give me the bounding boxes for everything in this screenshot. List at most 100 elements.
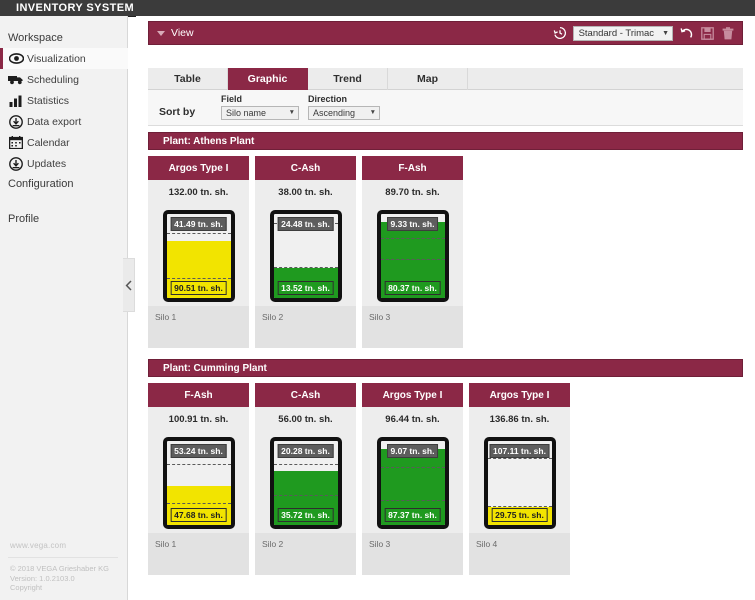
silo-threshold-line bbox=[380, 259, 445, 261]
silo-product-label: Argos Type I bbox=[168, 162, 229, 174]
silo-card[interactable]: Argos Type I 96.44 tn. sh. 9.07 tn. sh. 87.… bbox=[362, 383, 463, 575]
silo-graphic-area: 9.33 tn. sh. 80.37 tn. sh. bbox=[362, 204, 463, 306]
truck-icon bbox=[5, 72, 27, 88]
silo-threshold-line bbox=[166, 503, 231, 504]
sidebar-item-label: Updates bbox=[27, 157, 67, 170]
silo-vessel[interactable]: 107.11 tn. sh. 29.75 tn. sh. bbox=[483, 437, 556, 529]
sidebar-item-visualization[interactable]: Visualization bbox=[0, 48, 128, 69]
caret-down-icon[interactable] bbox=[157, 30, 165, 36]
silo-threshold-line bbox=[380, 238, 445, 240]
silo-threshold-line bbox=[380, 466, 445, 468]
sidebar-item-updates[interactable]: Updates bbox=[0, 153, 128, 174]
silo-filled-badge: 35.72 tn. sh. bbox=[277, 508, 334, 522]
silo-vessel[interactable]: 20.28 tn. sh. 35.72 tn. sh. bbox=[269, 437, 342, 529]
silo-threshold-line bbox=[487, 505, 552, 507]
silo-product-header: Argos Type I bbox=[469, 383, 570, 407]
silo-card[interactable]: F-Ash 100.91 tn. sh. 53.24 tn. sh. 47.68 tn… bbox=[148, 383, 249, 575]
silo-footer: Silo 3 bbox=[362, 306, 463, 348]
silo-graphic-area: 9.07 tn. sh. 87.37 tn. sh. bbox=[362, 431, 463, 533]
silo-product-header: F-Ash bbox=[148, 383, 249, 407]
silo-card[interactable]: C-Ash 38.00 tn. sh. 24.48 tn. sh. 13.52 tn.… bbox=[255, 156, 356, 348]
silo-card[interactable]: C-Ash 56.00 tn. sh. 20.28 tn. sh. 35.72 tn.… bbox=[255, 383, 356, 575]
sort-field-select[interactable]: Silo name ▼ bbox=[221, 106, 299, 120]
sort-direction-select[interactable]: Ascending ▼ bbox=[308, 106, 380, 120]
silo-card[interactable]: Argos Type I 136.86 tn. sh. 107.11 tn. sh.… bbox=[469, 383, 570, 575]
view-tabs: Table Graphic Trend Map bbox=[148, 68, 743, 90]
silo-name-label: Silo 1 bbox=[155, 539, 177, 549]
silo-threshold-line bbox=[273, 463, 338, 465]
copyright-line-2: Version: 1.0.2103.0 bbox=[10, 573, 75, 583]
silo-vessel[interactable]: 24.48 tn. sh. 13.52 tn. sh. bbox=[269, 210, 342, 302]
eye-icon bbox=[5, 51, 27, 67]
silo-footer: Silo 2 bbox=[255, 306, 356, 348]
silo-footer: Silo 1 bbox=[148, 306, 249, 348]
silo-graphic-area: 53.24 tn. sh. 47.68 tn. sh. bbox=[148, 431, 249, 533]
sidebar-item-label: Scheduling bbox=[27, 73, 79, 86]
silo-capacity-value: 38.00 tn. sh. bbox=[255, 180, 356, 204]
silo-vessel[interactable]: 41.49 tn. sh. 90.51 tn. sh. bbox=[162, 210, 235, 302]
sidebar-item-calendar[interactable]: Calendar bbox=[0, 132, 128, 153]
sidebar-item-scheduling[interactable]: Scheduling bbox=[0, 69, 128, 90]
sidebar-item-label: Calendar bbox=[27, 136, 70, 149]
silo-card[interactable]: Argos Type I 132.00 tn. sh. 41.49 tn. sh. 9… bbox=[148, 156, 249, 348]
silo-card[interactable]: F-Ash 89.70 tn. sh. 9.33 tn. sh. 80.37 tn. … bbox=[362, 156, 463, 348]
sidebar-website-link[interactable]: www.vega.com bbox=[10, 541, 66, 550]
clock-history-icon[interactable] bbox=[552, 25, 568, 41]
silo-empty-badge: 53.24 tn. sh. bbox=[170, 444, 227, 458]
silo-name-label: Silo 2 bbox=[262, 539, 284, 549]
sort-direction-group: Direction Ascending ▼ bbox=[308, 94, 380, 120]
silo-product-header: C-Ash bbox=[255, 383, 356, 407]
window-title: INVENTORY SYSTEM bbox=[16, 2, 135, 14]
sidebar-section-configuration[interactable]: Configuration bbox=[8, 178, 73, 190]
sidebar-item-label: Data export bbox=[27, 115, 82, 128]
silo-vessel[interactable]: 9.33 tn. sh. 80.37 tn. sh. bbox=[376, 210, 449, 302]
undo-arrow-icon[interactable] bbox=[678, 25, 694, 41]
sidebar-item-statistics[interactable]: Statistics bbox=[0, 90, 128, 111]
calendar-icon bbox=[5, 135, 27, 151]
copyright-line-1: © 2018 VEGA Grieshaber KG bbox=[10, 564, 109, 573]
sort-field-value: Silo name bbox=[226, 108, 267, 118]
tab-map[interactable]: Map bbox=[388, 68, 468, 90]
view-preset-select[interactable]: Standard - Trimac ▼ bbox=[572, 25, 673, 41]
sidebar: Workspace Visualization Scheduling Stati… bbox=[0, 16, 128, 600]
chevron-left-icon bbox=[125, 279, 132, 291]
download-circle-icon bbox=[5, 114, 27, 130]
tab-graphic[interactable]: Graphic bbox=[228, 68, 308, 90]
sidebar-section-workspace: Workspace bbox=[8, 32, 63, 44]
tab-table[interactable]: Table bbox=[148, 68, 228, 90]
tab-trend[interactable]: Trend bbox=[308, 68, 388, 90]
silo-product-header: Argos Type I bbox=[148, 156, 249, 180]
sidebar-section-profile[interactable]: Profile bbox=[8, 213, 39, 225]
silo-product-label: Argos Type I bbox=[382, 389, 443, 401]
sidebar-item-data-export[interactable]: Data export bbox=[0, 111, 128, 132]
trash-icon[interactable] bbox=[720, 25, 736, 41]
sort-field-label: Field bbox=[221, 94, 243, 104]
silo-vessel[interactable]: 53.24 tn. sh. 47.68 tn. sh. bbox=[162, 437, 235, 529]
chevron-down-icon: ▼ bbox=[288, 108, 295, 116]
plant-section: Plant: Athens Plant Argos Type I 132.00 tn… bbox=[148, 132, 743, 348]
sidebar-copyright: © 2018 VEGA Grieshaber KG Version: 1.0.2… bbox=[10, 564, 109, 593]
silo-graphic-area: 107.11 tn. sh. 29.75 tn. sh. bbox=[469, 431, 570, 533]
silo-filled-badge: 87.37 tn. sh. bbox=[384, 508, 441, 522]
chevron-down-icon: ▼ bbox=[369, 108, 376, 116]
silo-name-label: Silo 1 bbox=[155, 312, 177, 322]
silo-vessel[interactable]: 9.07 tn. sh. 87.37 tn. sh. bbox=[376, 437, 449, 529]
plant-header-label: Plant: Athens Plant bbox=[163, 135, 255, 147]
silo-product-header: C-Ash bbox=[255, 156, 356, 180]
floppy-save-icon[interactable] bbox=[699, 25, 715, 41]
sidebar-item-label: Visualization bbox=[27, 52, 86, 65]
silo-empty-badge: 9.07 tn. sh. bbox=[386, 444, 439, 458]
silo-capacity-value: 96.44 tn. sh. bbox=[362, 407, 463, 431]
silo-product-label: F-Ash bbox=[398, 162, 427, 174]
silo-product-label: C-Ash bbox=[290, 162, 321, 174]
plant-header: Plant: Athens Plant bbox=[148, 132, 743, 150]
silo-empty-badge: 20.28 tn. sh. bbox=[277, 444, 334, 458]
silo-capacity-value: 89.70 tn. sh. bbox=[362, 180, 463, 204]
silo-filled-badge: 47.68 tn. sh. bbox=[170, 508, 227, 522]
sidebar-collapse-button[interactable] bbox=[123, 258, 135, 312]
silo-capacity-value: 136.86 tn. sh. bbox=[469, 407, 570, 431]
window-titlebar: INVENTORY SYSTEM bbox=[0, 0, 755, 17]
silo-footer: Silo 4 bbox=[469, 533, 570, 575]
chevron-down-icon: ▼ bbox=[662, 29, 669, 37]
silo-product-label: C-Ash bbox=[290, 389, 321, 401]
